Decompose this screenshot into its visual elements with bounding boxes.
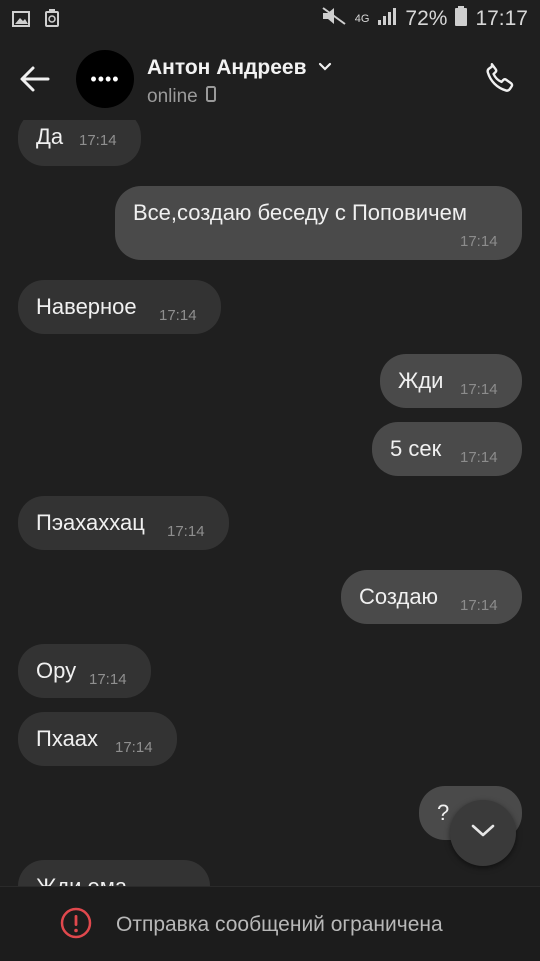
message-outgoing[interactable]: Жди 17:14	[380, 354, 522, 408]
message-outgoing[interactable]: 5 сек 17:14	[372, 422, 522, 476]
message-time: 17:14	[159, 307, 197, 324]
chevron-down-icon	[318, 54, 332, 78]
message-incoming[interactable]: Пэахаххац 17:14	[18, 496, 229, 550]
message-text: Пэахаххац	[36, 510, 145, 535]
message-time: 17:14	[460, 449, 498, 466]
message-time: 17:14	[460, 597, 498, 614]
recycle-notification-icon	[44, 9, 60, 33]
contact-name[interactable]: Антон Андреев	[147, 56, 332, 80]
message-time: 17:14	[460, 233, 498, 250]
message-text: ?	[437, 800, 450, 825]
message-text: Да	[36, 124, 64, 149]
presence-status: online	[147, 86, 216, 108]
scroll-to-bottom-button[interactable]	[450, 800, 516, 866]
status-bar: 4G 72% 17:17	[0, 0, 540, 38]
message-text: Ору	[36, 658, 77, 683]
network-type: 4G	[354, 13, 370, 25]
message-time: 17:14	[115, 739, 153, 756]
message-text: Жди ема	[36, 874, 127, 886]
message-time: 17:14	[89, 671, 127, 688]
message-time: 17:14	[167, 523, 205, 540]
messaging-restricted-bar: Отправка сообщений ограничена	[0, 886, 540, 961]
avatar-text: ••••	[90, 68, 120, 89]
message-text: Наверное	[36, 294, 137, 319]
message-list[interactable]: Да 17:14 Все,создаю беседу с Поповичем 1…	[0, 120, 540, 886]
alert-icon	[60, 907, 92, 939]
message-incoming[interactable]: Жди ема	[18, 860, 210, 886]
message-incoming[interactable]: Ору 17:14	[18, 644, 151, 698]
message-text: Все,создаю беседу с Поповичем	[133, 200, 467, 225]
call-phone-icon[interactable]	[482, 60, 518, 96]
avatar[interactable]: ••••	[76, 50, 134, 108]
mobile-device-icon	[205, 86, 216, 108]
message-text: Пхаах	[36, 726, 99, 751]
message-incoming[interactable]: Наверное 17:14	[18, 280, 221, 334]
message-outgoing[interactable]: Все,создаю беседу с Поповичем 17:14	[115, 186, 522, 260]
gallery-notification-icon	[12, 9, 30, 33]
back-arrow-icon[interactable]	[18, 62, 52, 96]
contact-name-text: Антон Андреев	[147, 56, 307, 79]
restriction-notice: Отправка сообщений ограничена	[116, 913, 443, 936]
clock: 17:17	[475, 7, 528, 30]
chat-header: •••• Антон Андреев online	[0, 38, 540, 120]
message-text: Жди	[398, 368, 444, 393]
message-incoming[interactable]: Пхаах 17:14	[18, 712, 177, 766]
mute-icon	[321, 6, 347, 32]
message-outgoing[interactable]: Создаю 17:14	[341, 570, 522, 624]
message-time: 17:14	[460, 381, 498, 398]
message-incoming[interactable]: Да 17:14	[18, 120, 141, 166]
message-time: 17:14	[79, 132, 117, 149]
presence-text: online	[147, 86, 198, 107]
message-text: Создаю	[359, 584, 439, 609]
chevron-down-icon	[470, 823, 496, 844]
battery-percent: 72%	[405, 7, 448, 30]
signal-icon	[377, 7, 397, 31]
message-text: 5 сек	[390, 436, 442, 461]
battery-icon	[455, 6, 468, 32]
